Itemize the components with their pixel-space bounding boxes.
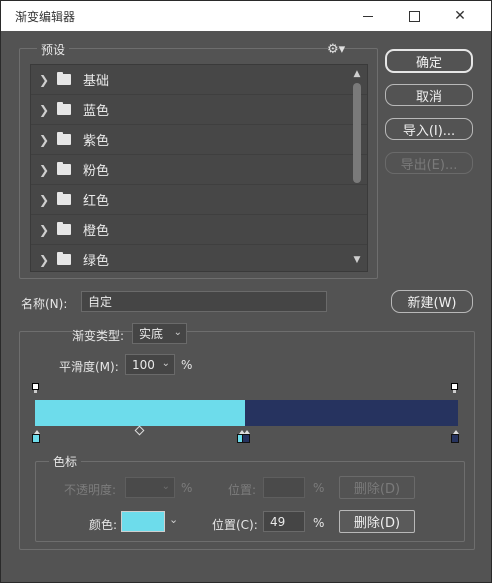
color-delete-button[interactable]: 删除(D) <box>339 510 415 533</box>
title-bar: 渐变编辑器 ✕ <box>1 1 491 31</box>
folder-icon <box>57 132 71 145</box>
import-button[interactable]: 导入(I)... <box>385 118 473 140</box>
color-location-unit: % <box>313 516 325 530</box>
minimize-button[interactable] <box>345 1 391 31</box>
color-stop-right[interactable] <box>451 430 459 443</box>
folder-icon <box>57 102 71 115</box>
color-label: 颜色: <box>89 518 118 532</box>
close-icon: ✕ <box>454 8 466 24</box>
opacity-stop-left[interactable] <box>32 383 39 393</box>
folder-icon <box>57 162 71 175</box>
chevron-right-icon[interactable]: ❯ <box>39 103 57 117</box>
chevron-down-icon: ⌄ <box>161 481 170 492</box>
gradient-bar[interactable] <box>35 400 458 426</box>
chevron-right-icon[interactable]: ❯ <box>39 223 57 237</box>
color-stop-legend: 色标 <box>49 453 82 470</box>
preset-folder-label: 基础 <box>83 74 110 89</box>
preset-folder-label: 粉色 <box>83 164 110 179</box>
gradient-left-segment <box>35 400 245 426</box>
folder-icon <box>57 252 71 265</box>
export-button[interactable]: 导出(E)... <box>385 152 473 174</box>
preset-folder-label: 蓝色 <box>83 104 110 119</box>
opacity-location-input[interactable] <box>263 477 305 498</box>
gradient-type-select[interactable]: 实底 ⌄ <box>132 323 187 344</box>
opacity-stop-right[interactable] <box>451 383 458 393</box>
scroll-up-icon[interactable]: ▲ <box>352 69 362 79</box>
opacity-location-label: 位置: <box>228 483 257 497</box>
preset-folder-label: 橙色 <box>83 224 110 239</box>
color-location-input[interactable]: 49 <box>263 511 305 532</box>
opacity-delete-button[interactable]: 删除(D) <box>339 476 415 499</box>
preset-folder-item[interactable]: ❯ 蓝色 <box>31 95 367 125</box>
smoothness-label: 平滑度(M): <box>59 360 119 374</box>
maximize-button[interactable] <box>391 1 437 31</box>
chevron-right-icon[interactable]: ❯ <box>39 253 57 267</box>
smoothness-value: 100 <box>132 357 155 372</box>
gradient-editor-window: 渐变编辑器 ✕ 预设 ⚙▾ ❯ 基础 ❯ 蓝色 ❯ 紫色 ❯ 粉色 ❯ 红色 ❯ 橙色 ❯ 绿色 ▲ ▼ … <box>0 0 492 583</box>
maximize-icon <box>408 10 420 22</box>
preset-folder-label: 红色 <box>83 194 110 209</box>
minimize-icon <box>363 15 373 17</box>
gradient-right-segment <box>245 400 458 426</box>
color-stop-mid-right[interactable] <box>242 430 250 443</box>
close-button[interactable]: ✕ <box>437 1 483 31</box>
chevron-down-icon: ⌄ <box>173 327 182 338</box>
preset-folder-item[interactable]: ❯ 粉色 <box>31 155 367 185</box>
scroll-thumb[interactable] <box>353 83 361 183</box>
gradient-type-value: 实底 <box>139 327 164 341</box>
ok-button[interactable]: 确定 <box>385 49 473 73</box>
preset-folder-item[interactable]: ❯ 红色 <box>31 185 367 215</box>
preset-folder-item[interactable]: ❯ 紫色 <box>31 125 367 155</box>
preset-folder-label: 紫色 <box>83 134 110 149</box>
smoothness-unit: % <box>181 358 193 372</box>
scroll-down-icon[interactable]: ▼ <box>352 255 362 265</box>
preset-list: ❯ 基础 ❯ 蓝色 ❯ 紫色 ❯ 粉色 ❯ 红色 ❯ 橙色 ❯ 绿色 <box>30 64 368 272</box>
window-title: 渐变编辑器 <box>15 10 76 24</box>
chevron-right-icon[interactable]: ❯ <box>39 193 57 207</box>
cancel-button[interactable]: 取消 <box>385 84 473 106</box>
preset-folder-label: 绿色 <box>83 254 110 269</box>
chevron-right-icon[interactable]: ❯ <box>39 73 57 87</box>
preset-folder-item[interactable]: ❯ 橙色 <box>31 215 367 245</box>
gradient-type-label: 渐变类型: <box>72 329 125 343</box>
opacity-location-unit: % <box>313 481 325 495</box>
chevron-right-icon[interactable]: ❯ <box>39 133 57 147</box>
opacity-label: 不透明度: <box>64 483 117 497</box>
preset-folder-item[interactable]: ❯ 绿色 <box>31 245 367 271</box>
name-input[interactable]: 自定 <box>81 291 327 312</box>
gear-icon[interactable]: ⚙▾ <box>327 42 345 57</box>
smoothness-input[interactable]: 100 ⌄ <box>125 354 175 375</box>
presets-legend: 预设 <box>37 41 70 58</box>
name-label: 名称(N): <box>21 297 68 311</box>
opacity-input[interactable]: ⌄ <box>125 477 175 498</box>
color-location-label: 位置(C): <box>212 518 258 532</box>
folder-icon <box>57 222 71 235</box>
preset-scrollbar[interactable]: ▲ ▼ <box>350 67 364 268</box>
new-button[interactable]: 新建(W) <box>391 290 473 313</box>
opacity-unit: % <box>181 481 193 495</box>
folder-icon <box>57 192 71 205</box>
color-stop-left[interactable] <box>32 430 40 443</box>
chevron-down-icon[interactable]: ⌄ <box>169 513 178 526</box>
chevron-down-icon: ⌄ <box>161 358 170 369</box>
preset-folder-item[interactable]: ❯ 基础 <box>31 65 367 95</box>
color-swatch[interactable] <box>121 511 165 532</box>
chevron-right-icon[interactable]: ❯ <box>39 163 57 177</box>
folder-icon <box>57 72 71 85</box>
